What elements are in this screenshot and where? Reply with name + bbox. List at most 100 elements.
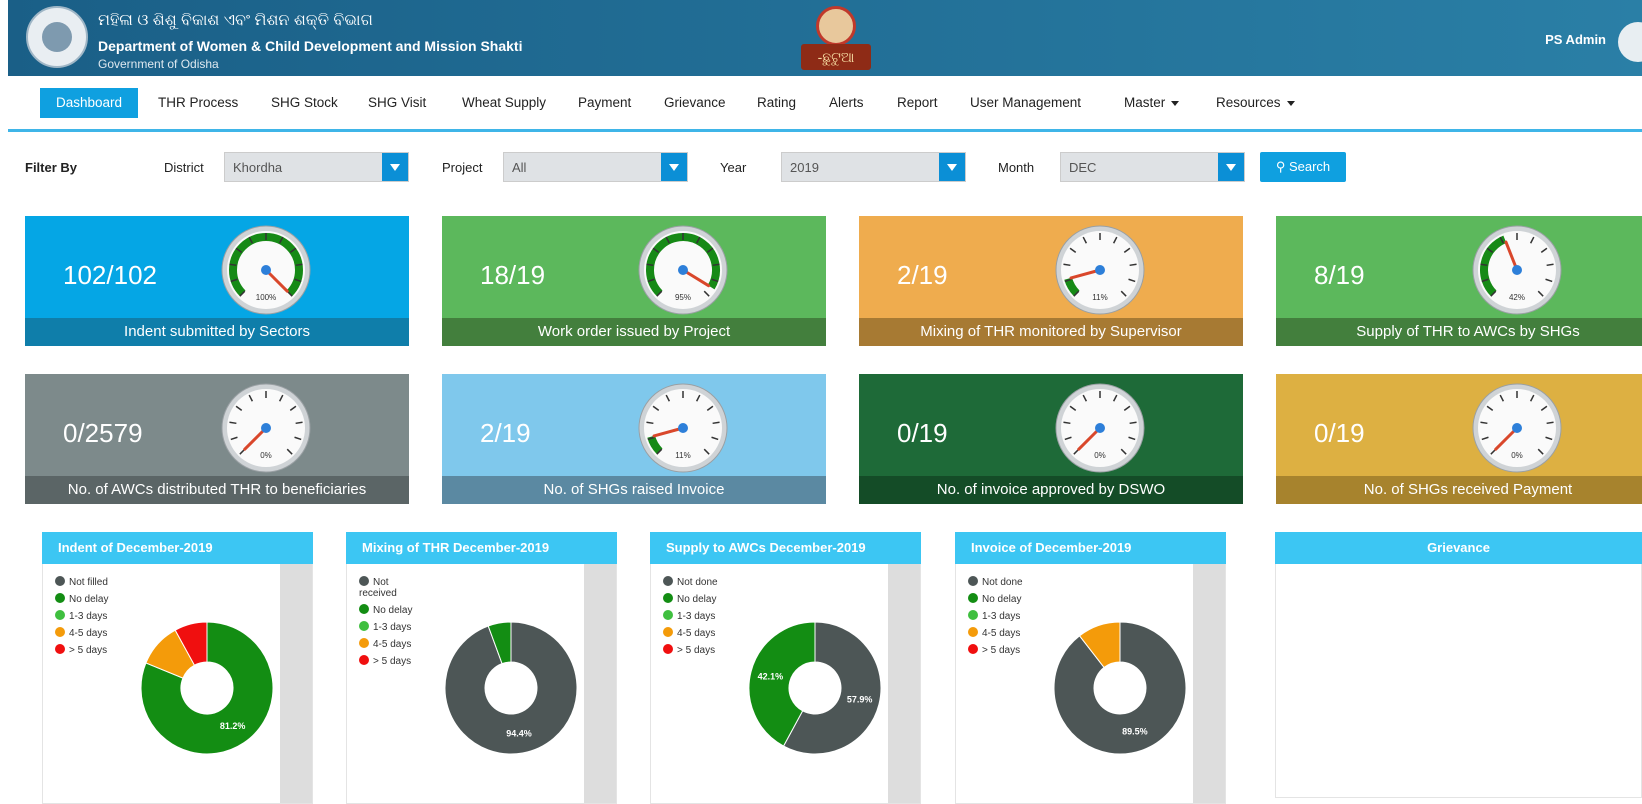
nav-user-management[interactable]: User Management [954, 88, 1097, 118]
main-nav: Dashboard THR Process SHG Stock SHG Visi… [8, 82, 1642, 132]
chart-scrollbar[interactable] [584, 564, 616, 803]
nav-thr-process[interactable]: THR Process [142, 88, 254, 118]
gauge-meter-icon: 100% [221, 225, 311, 315]
gauge-hub [261, 423, 271, 433]
chart-title: Supply to AWCs December-2019 [650, 532, 921, 564]
donut-chart-panel: Mixing of THR December-2019 Not received N… [346, 532, 617, 804]
nav-grievance[interactable]: Grievance [648, 88, 742, 118]
legend-dot-icon [359, 604, 369, 614]
nav-master-label: Master [1124, 95, 1166, 110]
chart-body: Not done No delay 1-3 days 4-5 days > 5 days… [955, 564, 1226, 804]
legend-dot-icon [968, 593, 978, 603]
legend-item[interactable]: Not received [359, 576, 429, 599]
stat-card[interactable]: 2/19 No. of SHGs raised Invoice 11% [442, 374, 826, 504]
logo-face-icon [816, 6, 856, 46]
stat-value: 0/2579 [63, 418, 143, 448]
legend-item[interactable]: > 5 days [359, 655, 429, 667]
chart-body: Not filled No delay 1-3 days 4-5 days > 5 da… [42, 564, 313, 804]
nav-payment[interactable]: Payment [562, 88, 647, 118]
nav-wheat-supply[interactable]: Wheat Supply [446, 88, 562, 118]
year-value: 2019 [790, 160, 819, 175]
legend-dot-icon [968, 576, 978, 586]
nav-resources-dropdown[interactable]: Resources [1200, 88, 1311, 118]
legend-item[interactable]: 4-5 days [359, 638, 429, 650]
legend-label: 4-5 days [373, 639, 412, 650]
district-value: Khordha [233, 160, 283, 175]
user-name[interactable]: PS Admin [1545, 32, 1606, 47]
donut-chart-panel: Supply to AWCs December-2019 Not done No d… [650, 532, 921, 804]
nav-shg-visit[interactable]: SHG Visit [352, 88, 442, 118]
donut-chart-panel: Invoice of December-2019 Not done No delay… [955, 532, 1226, 804]
stat-caption: No. of AWCs distributed THR to beneficia… [25, 476, 409, 504]
gauge-hub [1095, 423, 1105, 433]
grievance-title: Grievance [1275, 532, 1642, 564]
stat-value: 0/19 [897, 418, 948, 448]
legend-dot-icon [55, 593, 65, 603]
chevron-down-icon [1286, 100, 1295, 106]
chart-scrollbar[interactable] [1193, 564, 1225, 803]
legend-label: 1-3 days [677, 611, 716, 622]
year-label: Year [720, 160, 747, 175]
legend-item[interactable]: 1-3 days [968, 610, 1038, 622]
donut-data-label: 94.4% [506, 728, 532, 738]
legend-dot-icon [55, 576, 65, 586]
legend-item[interactable]: > 5 days [55, 644, 125, 656]
gauge-meter-icon: 42% [1472, 225, 1562, 315]
chart-scrollbar[interactable] [280, 564, 312, 803]
legend-item[interactable]: Not done [663, 576, 733, 588]
legend-item[interactable]: 4-5 days [663, 627, 733, 639]
stat-card[interactable]: 2/19 Mixing of THR monitored by Superviso… [859, 216, 1243, 346]
legend-label: > 5 days [69, 645, 108, 656]
legend-item[interactable]: No delay [663, 593, 733, 605]
legend-item[interactable]: No delay [55, 593, 125, 605]
nav-alerts[interactable]: Alerts [813, 88, 880, 118]
legend-label: 1-3 days [69, 611, 108, 622]
department-title-odia: ମହିଳା ଓ ଶିଶୁ ବିକାଶ ଏବଂ ମିଶନ ଶକ୍ତି ବିଭାଗ [98, 12, 373, 29]
stat-value: 102/102 [63, 260, 157, 290]
chhatua-logo: -ଛୁଟୁଆ [801, 6, 871, 70]
nav-rating[interactable]: Rating [741, 88, 812, 118]
legend-item[interactable]: 4-5 days [55, 627, 125, 639]
legend-item[interactable]: > 5 days [968, 644, 1038, 656]
nav-dashboard[interactable]: Dashboard [40, 88, 139, 118]
legend-dot-icon [55, 610, 65, 620]
search-button[interactable]: ⚲ Search [1260, 152, 1346, 182]
chart-title: Invoice of December-2019 [955, 532, 1226, 564]
chart-title: Indent of December-2019 [42, 532, 313, 564]
legend-item[interactable]: 4-5 days [968, 627, 1038, 639]
project-select[interactable]: All [503, 152, 688, 182]
legend-item[interactable]: > 5 days [663, 644, 733, 656]
nav-report[interactable]: Report [881, 88, 954, 118]
legend-item[interactable]: Not done [968, 576, 1038, 588]
legend-item[interactable]: No delay [359, 604, 429, 616]
legend-item[interactable]: 1-3 days [663, 610, 733, 622]
stat-caption: No. of SHGs raised Invoice [442, 476, 826, 504]
legend-item[interactable]: No delay [968, 593, 1038, 605]
gauge-meter-icon: 11% [1055, 225, 1145, 315]
gauge-meter-icon: 0% [1472, 383, 1562, 473]
legend-item[interactable]: Not filled [55, 576, 125, 588]
year-select[interactable]: 2019 [781, 152, 966, 182]
project-value: All [512, 160, 527, 175]
stat-card[interactable]: 102/102 Indent submitted by Sectors 100% [25, 216, 409, 346]
nav-master-dropdown[interactable]: Master [1108, 88, 1195, 118]
stat-card[interactable]: 0/19 No. of SHGs received Payment 0% [1276, 374, 1642, 504]
legend-item[interactable]: 1-3 days [55, 610, 125, 622]
legend-item[interactable]: 1-3 days [359, 621, 429, 633]
gauge-meter-icon: 11% [638, 383, 728, 473]
stat-card[interactable]: 8/19 Supply of THR to AWCs by SHGs 42% [1276, 216, 1642, 346]
gauge-meter-icon: 95% [638, 225, 728, 315]
nav-shg-stock[interactable]: SHG Stock [255, 88, 354, 118]
stat-caption: No. of SHGs received Payment [1276, 476, 1642, 504]
district-select[interactable]: Khordha [224, 152, 409, 182]
chevron-down-icon [1171, 100, 1180, 106]
filter-bar: Filter By District Khordha Project All Y… [0, 152, 1642, 182]
chart-scrollbar[interactable] [888, 564, 920, 803]
odisha-emblem-logo [26, 6, 88, 68]
stat-card[interactable]: 18/19 Work order issued by Project 95% [442, 216, 826, 346]
month-select[interactable]: DEC [1060, 152, 1245, 182]
user-avatar[interactable] [1618, 22, 1642, 62]
stat-card[interactable]: 0/2579 No. of AWCs distributed THR to ben… [25, 374, 409, 504]
stat-card[interactable]: 0/19 No. of invoice approved by DSWO 0% [859, 374, 1243, 504]
search-icon: ⚲ [1275, 159, 1286, 174]
